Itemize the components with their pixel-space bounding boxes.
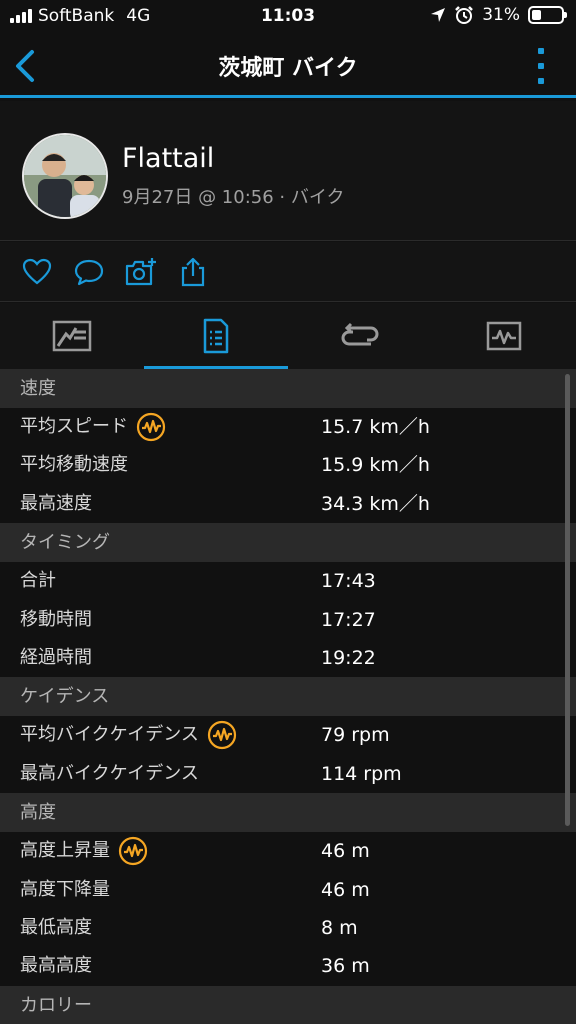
section-header: タイミング: [0, 523, 576, 563]
stat-label: 合計: [20, 570, 56, 592]
alarm-clock-icon: [455, 6, 474, 24]
avatar-photo: [24, 135, 106, 217]
section-header: ケイデンス: [0, 677, 576, 717]
comment-button[interactable]: [73, 256, 105, 288]
stat-row: 平均バイクケイデンス 79 rpm: [0, 716, 576, 754]
section-header: カロリー: [0, 985, 576, 1024]
stat-row: 移動時間 17:27: [0, 601, 576, 639]
stat-label: 高度下降量: [20, 878, 110, 900]
stat-value: 19:22: [321, 646, 376, 669]
status-bar: SoftBank 4G 11:03 31%: [0, 0, 576, 34]
stat-value: 36 m: [321, 955, 370, 978]
stat-label: 最高バイクケイデンス: [20, 762, 199, 784]
share-button[interactable]: [177, 256, 209, 288]
stat-row: 経過時間 19:22: [0, 639, 576, 677]
page-title: 茨城町 バイク: [218, 56, 358, 81]
stat-row: 平均スピード 15.7 km／h: [0, 408, 576, 446]
stat-value: 34.3 km／h: [321, 492, 430, 515]
stat-value: 8 m: [321, 916, 358, 939]
stat-row: 最高高度 36 m: [0, 947, 576, 985]
stat-row: 合計 17:43: [0, 562, 576, 600]
stat-label-wrap: 移動時間: [20, 601, 92, 639]
stat-label: 平均バイクケイデンス: [20, 724, 199, 746]
stat-value: 79 rpm: [321, 724, 390, 747]
stat-label-wrap: 高度上昇量: [20, 832, 148, 870]
stat-label: 最低高度: [20, 916, 92, 938]
add-photo-button[interactable]: [124, 256, 156, 288]
stat-label: 最高速度: [20, 492, 92, 514]
overview-map-icon: [52, 320, 92, 352]
more-dot-icon: [538, 63, 544, 69]
performance-badge-icon[interactable]: [136, 412, 166, 442]
stat-row: 平均移動速度 15.9 km／h: [0, 446, 576, 484]
avatar[interactable]: [22, 133, 108, 219]
stat-row: 最高速度 34.3 km／h: [0, 485, 576, 523]
tab-stats[interactable]: [144, 303, 288, 369]
stat-row: 高度下降量 46 m: [0, 871, 576, 909]
battery-percent: 31%: [482, 5, 520, 25]
camera-add-icon: [125, 258, 156, 286]
status-right: 31%: [430, 5, 567, 25]
stats-list-icon: [203, 318, 229, 354]
stat-value: 15.9 km／h: [321, 454, 430, 477]
activity-meta: 9月27日 @ 10:56 · バイク: [122, 187, 345, 208]
stat-label-wrap: 最高バイクケイデンス: [20, 755, 199, 793]
share-icon: [181, 257, 205, 287]
stat-label-wrap: 最低高度: [20, 909, 92, 947]
stat-label: 平均スピード: [20, 416, 128, 437]
stat-value: 17:43: [321, 570, 376, 593]
stats-list[interactable]: 速度平均スピード 15.7 km／h 平均移動速度 15.9 km／h 最高速度 34.3…: [0, 369, 576, 1024]
tab-overview[interactable]: [0, 303, 144, 369]
stat-value: 114 rpm: [321, 762, 402, 785]
stat-label-wrap: 平均バイクケイデンス: [20, 716, 237, 754]
stat-label-wrap: 高度下降量: [20, 871, 110, 909]
stat-label-wrap: 最高高度: [20, 947, 92, 985]
stat-label: 移動時間: [20, 608, 92, 630]
stat-label-wrap: 平均スピード: [20, 408, 166, 446]
laps-icon: [341, 322, 379, 346]
stat-row: 最高バイクケイデンス 114 rpm: [0, 755, 576, 793]
nav-bar: 茨城町 バイク: [0, 34, 576, 98]
tab-bar: [0, 303, 576, 369]
stat-row: 最低高度 8 m: [0, 909, 576, 947]
stat-label-wrap: 経過時間: [20, 639, 92, 677]
section-header: 高度: [0, 793, 576, 833]
stat-label-wrap: 最高速度: [20, 485, 92, 523]
stat-label: 最高高度: [20, 955, 92, 977]
more-dot-icon: [538, 48, 544, 54]
stat-label-wrap: 合計: [20, 562, 56, 600]
performance-badge-icon[interactable]: [207, 720, 237, 750]
location-arrow-icon: [431, 8, 446, 22]
stat-label: 高度上昇量: [20, 840, 110, 862]
tab-laps[interactable]: [288, 303, 432, 369]
scrollbar[interactable]: [565, 374, 570, 826]
section-header: 速度: [0, 369, 576, 408]
like-button[interactable]: [21, 256, 53, 288]
more-options-button[interactable]: [536, 48, 546, 84]
chart-icon: [486, 321, 522, 351]
stat-value: 17:27: [321, 608, 376, 631]
action-bar: [0, 242, 576, 302]
tab-charts[interactable]: [432, 303, 576, 369]
performance-badge-icon[interactable]: [118, 836, 148, 866]
battery-fill: [532, 10, 541, 20]
heart-icon: [22, 258, 52, 285]
stat-value: 46 m: [321, 840, 370, 863]
user-name[interactable]: Flattail: [122, 143, 214, 174]
stat-label: 経過時間: [20, 646, 92, 668]
more-dot-icon: [538, 78, 544, 84]
stat-label: 平均移動速度: [20, 454, 128, 476]
activity-header: Flattail 9月27日 @ 10:56 · バイク: [0, 101, 576, 241]
battery-icon: [528, 6, 567, 24]
comment-icon: [74, 259, 104, 286]
stat-label-wrap: 平均移動速度: [20, 446, 128, 484]
stat-value: 15.7 km／h: [321, 416, 430, 438]
stat-value: 46 m: [321, 878, 370, 901]
stat-row: 高度上昇量 46 m: [0, 832, 576, 870]
